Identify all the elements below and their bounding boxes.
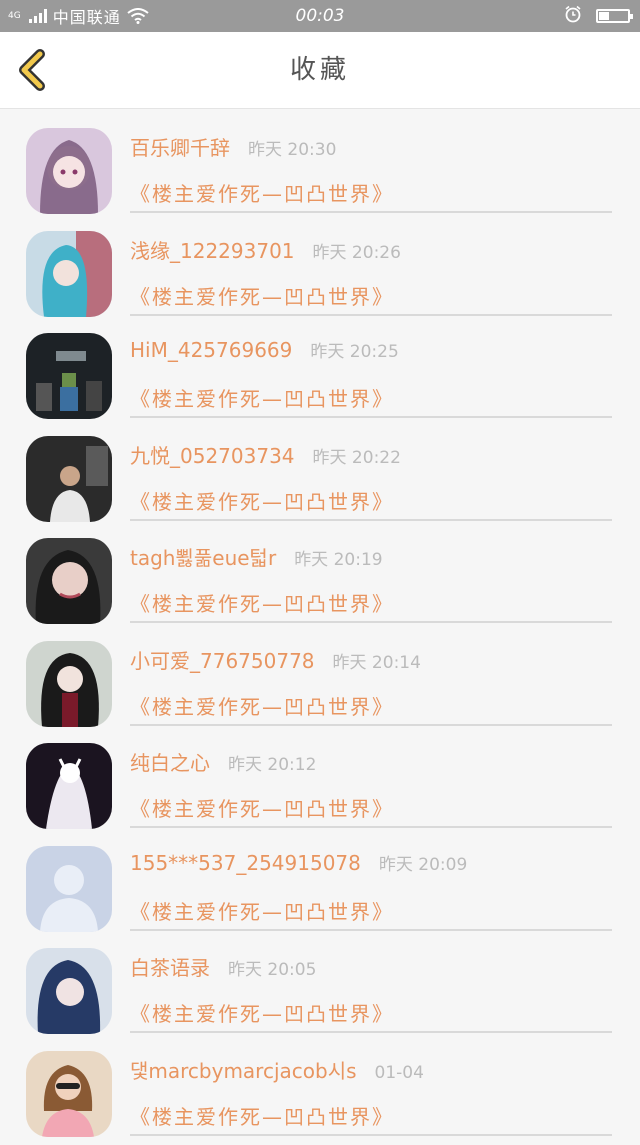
battery-level <box>599 12 609 20</box>
status-bar: 4G 中国联通 00:03 <box>0 0 640 32</box>
post-title[interactable]: 《楼主爱作死—凹凸世界》 <box>130 896 394 925</box>
avatar[interactable] <box>26 1051 112 1137</box>
timestamp: 昨天 20:30 <box>248 135 336 160</box>
divider <box>130 519 612 521</box>
avatar[interactable] <box>26 948 112 1034</box>
list-item[interactable]: 九悦_052703734 昨天 20:22 《楼主爱作死—凹凸世界》 <box>0 428 640 531</box>
avatar-image <box>26 231 112 317</box>
username[interactable]: 百乐卿千辞 <box>130 132 230 161</box>
avatar-image <box>26 1051 112 1137</box>
item-meta: 댗marcbymarcjacob시s 01-04 <box>130 1055 424 1085</box>
item-meta: HiM_425769669 昨天 20:25 <box>130 337 399 367</box>
username[interactable]: 댗marcbymarcjacob시s <box>130 1055 357 1084</box>
username[interactable]: 小可爱_776750778 <box>130 645 315 674</box>
avatar-image <box>26 743 112 829</box>
item-meta: 九悦_052703734 昨天 20:22 <box>130 440 401 470</box>
chevron-left-icon <box>12 48 56 92</box>
post-title[interactable]: 《楼主爱作死—凹凸世界》 <box>130 793 394 822</box>
avatar[interactable] <box>26 231 112 317</box>
divider <box>130 826 612 828</box>
item-meta: 155***537_254915078 昨天 20:09 <box>130 850 467 880</box>
post-title[interactable]: 《楼主爱作死—凹凸世界》 <box>130 1101 394 1130</box>
timestamp: 昨天 20:25 <box>310 337 398 362</box>
divider <box>130 1134 612 1136</box>
status-right <box>564 0 630 32</box>
divider <box>130 416 612 418</box>
timestamp: 昨天 20:26 <box>313 238 401 263</box>
clock: 00:03 <box>0 6 640 26</box>
username[interactable]: 白茶语录 <box>130 952 210 981</box>
post-title[interactable]: 《楼主爱作死—凹凸世界》 <box>130 998 394 1027</box>
item-meta: 百乐卿千辞昨天 20:30 <box>130 132 336 162</box>
list-item[interactable]: 小可爱_776750778 昨天 20:14 《楼主爱作死—凹凸世界》 <box>0 633 640 736</box>
post-title[interactable]: 《楼主爱作死—凹凸世界》 <box>130 588 394 617</box>
list-item[interactable]: HiM_425769669 昨天 20:25 《楼主爱作死—凹凸世界》 <box>0 325 640 428</box>
item-meta: 小可爱_776750778 昨天 20:14 <box>130 645 421 675</box>
timestamp: 01-04 <box>375 1063 424 1083</box>
list-item[interactable]: 댗marcbymarcjacob시s 01-04 《楼主爱作死—凹凸世界》 <box>0 1043 640 1145</box>
avatar-image <box>26 846 112 932</box>
username[interactable]: 155***537_254915078 <box>130 851 361 875</box>
avatar[interactable] <box>26 436 112 522</box>
avatar-image <box>26 641 112 727</box>
post-title[interactable]: 《楼主爱作死—凹凸世界》 <box>130 383 394 412</box>
username[interactable]: 九悦_052703734 <box>130 440 295 469</box>
username[interactable]: 纯白之心 <box>130 747 210 776</box>
divider <box>130 1031 612 1033</box>
avatar[interactable] <box>26 538 112 624</box>
list-item[interactable]: 百乐卿千辞昨天 20:30 《楼主爱作死—凹凸世界》 <box>0 120 640 223</box>
timestamp: 昨天 20:12 <box>228 750 316 775</box>
divider <box>130 211 612 213</box>
alarm-icon <box>564 5 582 27</box>
list-item[interactable]: 白茶语录昨天 20:05 《楼主爱作死—凹凸世界》 <box>0 940 640 1043</box>
post-title[interactable]: 《楼主爱作死—凹凸世界》 <box>130 281 394 310</box>
post-title[interactable]: 《楼主爱作死—凹凸世界》 <box>130 178 394 207</box>
divider <box>130 724 612 726</box>
avatar[interactable] <box>26 743 112 829</box>
timestamp: 昨天 20:05 <box>228 955 316 980</box>
item-meta: 白茶语录昨天 20:05 <box>130 952 316 982</box>
post-title[interactable]: 《楼主爱作死—凹凸世界》 <box>130 691 394 720</box>
list-item[interactable]: 浅缘_122293701 昨天 20:26 《楼主爱作死—凹凸世界》 <box>0 223 640 326</box>
list-item[interactable]: 155***537_254915078 昨天 20:09 《楼主爱作死—凹凸世界》 <box>0 838 640 941</box>
app-header: 收藏 <box>0 32 640 109</box>
timestamp: 昨天 20:19 <box>294 545 382 570</box>
back-button[interactable] <box>12 48 56 92</box>
timestamp: 昨天 20:22 <box>313 443 401 468</box>
divider <box>130 929 612 931</box>
username[interactable]: HiM_425769669 <box>130 338 292 362</box>
list-item[interactable]: 纯白之心昨天 20:12 《楼主爱作死—凹凸世界》 <box>0 735 640 838</box>
avatar[interactable] <box>26 641 112 727</box>
username[interactable]: 浅缘_122293701 <box>130 235 295 264</box>
post-title[interactable]: 《楼主爱作死—凹凸世界》 <box>130 486 394 515</box>
avatar-image <box>26 333 112 419</box>
avatar-image <box>26 538 112 624</box>
avatar-image <box>26 948 112 1034</box>
avatar[interactable] <box>26 128 112 214</box>
page-title: 收藏 <box>0 32 640 108</box>
avatar-image <box>26 128 112 214</box>
item-meta: 浅缘_122293701 昨天 20:26 <box>130 235 401 265</box>
avatar[interactable] <box>26 333 112 419</box>
timestamp: 昨天 20:14 <box>333 648 421 673</box>
item-meta: tagh뾣풂eue턻r 昨天 20:19 <box>130 542 383 572</box>
timestamp: 昨天 20:09 <box>379 850 467 875</box>
avatar-image <box>26 436 112 522</box>
list-item[interactable]: tagh뾣풂eue턻r 昨天 20:19 《楼主爱作死—凹凸世界》 <box>0 530 640 633</box>
avatar[interactable] <box>26 846 112 932</box>
divider <box>130 314 612 316</box>
battery-icon <box>596 9 630 23</box>
username[interactable]: tagh뾣풂eue턻r <box>130 542 276 571</box>
item-meta: 纯白之心昨天 20:12 <box>130 747 316 777</box>
favorites-list: 百乐卿千辞昨天 20:30 《楼主爱作死—凹凸世界》浅缘_122293701 昨天 … <box>0 120 640 1145</box>
divider <box>130 621 612 623</box>
